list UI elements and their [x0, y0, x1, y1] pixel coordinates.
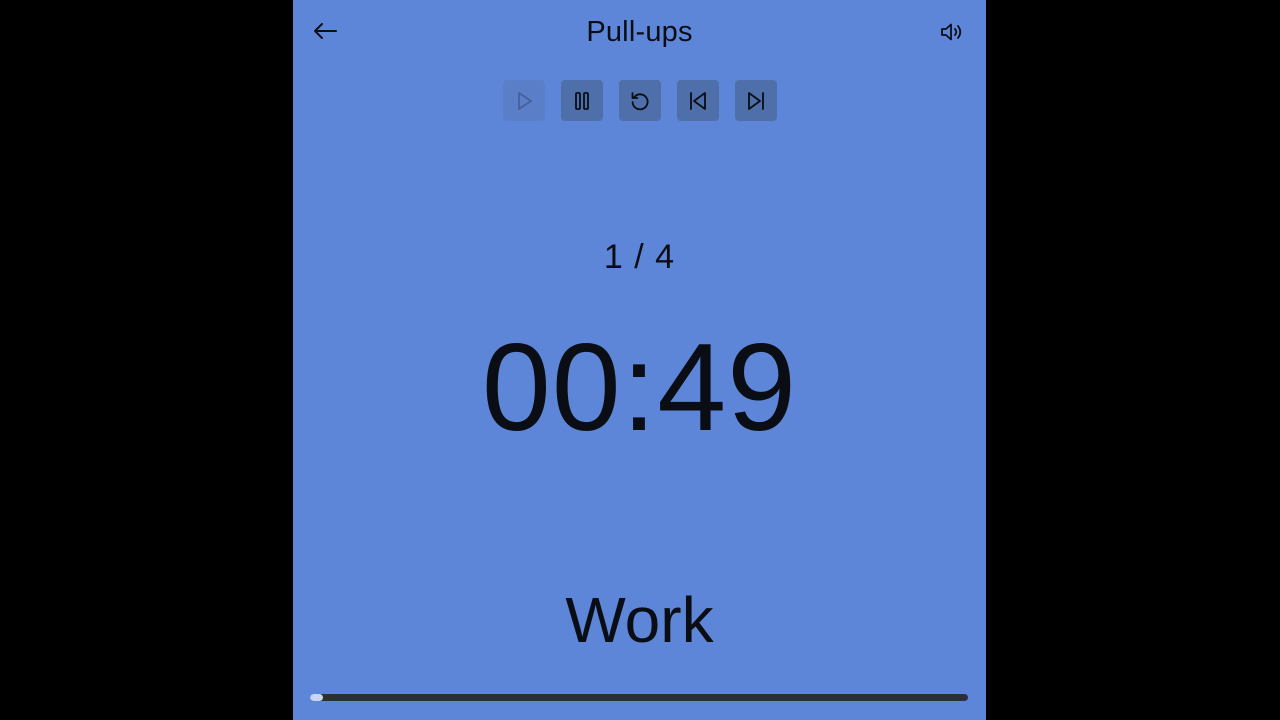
- previous-button[interactable]: [676, 80, 719, 121]
- pause-icon: [574, 91, 589, 110]
- play-icon: [517, 91, 532, 110]
- next-button[interactable]: [734, 80, 777, 121]
- pause-button[interactable]: [560, 80, 603, 121]
- skip-previous-icon: [689, 91, 706, 110]
- playback-controls: [293, 80, 986, 121]
- skip-next-icon: [747, 91, 764, 110]
- sound-toggle-button[interactable]: [932, 14, 972, 50]
- play-button[interactable]: [502, 80, 545, 121]
- phase-label: Work: [565, 584, 714, 656]
- round-counter: 1 / 4: [603, 238, 676, 276]
- restart-button[interactable]: [618, 80, 661, 121]
- speaker-icon: [941, 23, 962, 41]
- timer-screen: Pull-ups 1 / 4 00:49 Work: [293, 0, 986, 720]
- progress-fill: [310, 694, 324, 701]
- restart-icon: [631, 91, 648, 110]
- countdown-timer: 00:49: [481, 319, 798, 457]
- progress-bar: [310, 694, 968, 701]
- page-title: Pull-ups: [586, 16, 693, 48]
